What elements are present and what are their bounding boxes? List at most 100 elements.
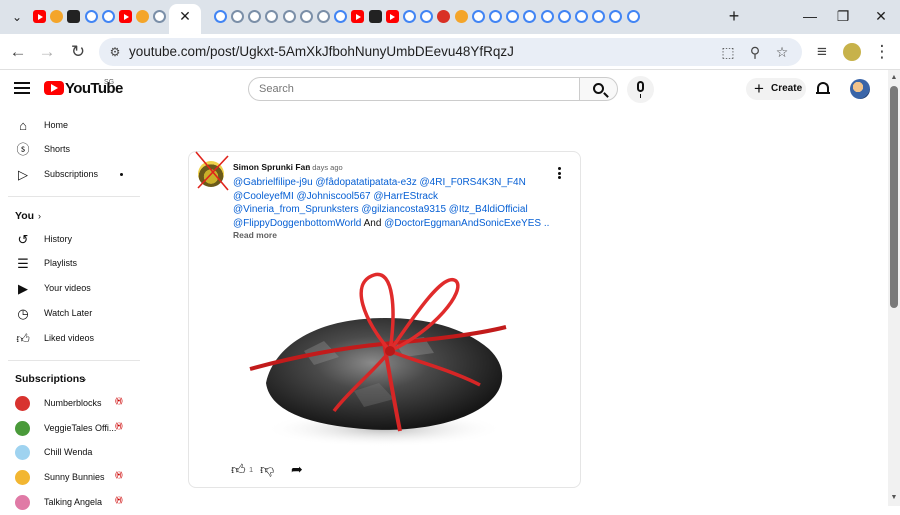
like-button[interactable]: 👍︎	[231, 459, 246, 479]
sidebar-item-your-videos[interactable]: ▶ Your videos	[0, 277, 140, 301]
profile-avatar[interactable]	[843, 43, 861, 61]
subscriptions-heading[interactable]: Subscriptions	[15, 373, 85, 385]
tab-favicon-icon[interactable]	[368, 10, 382, 23]
scrollbar-thumb[interactable]	[890, 86, 898, 308]
post-time[interactable]: 3 days ago	[306, 163, 343, 172]
sidebar-item-watch-later[interactable]: ◷ Watch Later	[0, 302, 140, 326]
sidebar-item-playlists[interactable]: ☰ Playlists	[0, 252, 140, 276]
address-bar[interactable]: ⚙ youtube.com/post/Ugkxt-5AmXkJfbohNunyU…	[99, 38, 802, 66]
tab-favicon-icon[interactable]	[153, 10, 167, 23]
tab-favicon-icon[interactable]	[437, 10, 451, 23]
channel-avatar	[15, 420, 30, 436]
live-indicator-icon: ((•))	[115, 398, 123, 405]
guide-menu-icon[interactable]	[14, 82, 30, 94]
tab-favicon-icon[interactable]	[489, 10, 502, 23]
tab-favicon-icon[interactable]	[557, 10, 571, 23]
tab-favicon-icon[interactable]	[101, 10, 115, 23]
page-scrollbar[interactable]: ▲ ▼	[888, 70, 900, 506]
tab-favicon-icon[interactable]	[84, 10, 98, 23]
back-button[interactable]: ←	[8, 42, 28, 62]
tab-favicon-icon[interactable]	[420, 10, 434, 23]
tab-favicon-icon[interactable]	[213, 10, 227, 23]
search-input[interactable]: Search	[248, 77, 579, 101]
tab-favicon-icon[interactable]	[592, 10, 606, 23]
tab-favicon-icon[interactable]	[50, 10, 64, 23]
dislike-button[interactable]: 👎︎	[260, 459, 274, 479]
install-app-icon[interactable]: ⬚	[719, 43, 737, 61]
sidebar-item-liked-videos[interactable]: 👍︎ Liked videos	[0, 327, 140, 351]
url-text[interactable]: youtube.com/post/Ugkxt-5AmXkJfbohNunyUmb…	[129, 44, 514, 59]
tab-favicon-icon[interactable]	[136, 10, 150, 23]
mention-link[interactable]: @Gabrielfilipe-j9u @fâdopatatipatata-e3z…	[233, 177, 526, 188]
tab-favicon-icon[interactable]	[334, 10, 348, 23]
notifications-bell-icon[interactable]	[816, 81, 830, 97]
tab-favicon-icon[interactable]	[33, 10, 46, 23]
site-info-icon[interactable]: ⚙	[107, 44, 123, 60]
post-image[interactable]	[244, 261, 524, 451]
minimize-button[interactable]: —	[800, 6, 820, 26]
scroll-down-arrow[interactable]: ▼	[890, 494, 898, 502]
tab-favicon-icon[interactable]	[575, 10, 588, 23]
create-label: Create	[771, 83, 803, 94]
sidebar-item-subscription[interactable]: Sunny Bunnies ((•))	[0, 466, 140, 490]
tab-favicon-icon[interactable]	[351, 10, 365, 23]
mention-link[interactable]: @CooleyefMI @Johniscool567 @HarrEStrack	[233, 191, 438, 202]
tab-favicon-icon[interactable]	[403, 10, 416, 23]
new-tab-button[interactable]: +	[724, 6, 744, 26]
tab-favicon-icon[interactable]	[248, 10, 262, 23]
tab-close-button[interactable]: ✕	[177, 8, 193, 24]
tab-favicon-icon[interactable]	[523, 10, 537, 23]
tab-search-button[interactable]: ⌄	[8, 9, 26, 25]
read-more-button[interactable]: Read more	[233, 230, 277, 240]
sidebar-item-subscription[interactable]: VeggieTales Offi... ((•))	[0, 417, 140, 441]
tab-favicon-icon[interactable]	[299, 10, 313, 23]
account-avatar[interactable]	[850, 79, 870, 99]
create-button[interactable]: + Create	[746, 78, 806, 100]
channel-avatar	[15, 470, 30, 486]
tab-favicon-icon[interactable]	[540, 10, 554, 23]
restore-button[interactable]: ❐	[833, 6, 853, 26]
tab-favicon-icon[interactable]	[317, 10, 330, 23]
tab-favicon-icon[interactable]	[454, 10, 468, 23]
browser-menu-icon[interactable]: ⋮	[872, 42, 892, 62]
sidebar-item-home[interactable]: ⌂ Home	[0, 114, 140, 138]
media-controls-icon[interactable]: ≡	[812, 42, 832, 62]
sidebar-item-subscription[interactable]: Numberblocks ((•))	[0, 392, 140, 416]
tab-favicon-icon[interactable]	[626, 10, 640, 23]
youtube-logo-icon[interactable]	[44, 81, 64, 95]
channel-avatar	[15, 494, 30, 510]
sidebar-item-subscription[interactable]: Talking Angela ((•))	[0, 491, 140, 515]
sidebar-item-shorts[interactable]: ⓢ Shorts	[0, 138, 140, 162]
reload-button[interactable]: ↻	[68, 42, 88, 62]
tab-favicon-icon[interactable]	[67, 10, 81, 23]
voice-search-button[interactable]	[627, 76, 654, 103]
tab-favicon-icon[interactable]	[119, 10, 132, 23]
chevron-right-icon[interactable]: ›	[83, 374, 86, 384]
bookmark-star-icon[interactable]: ☆	[773, 43, 791, 61]
sidebar-item-subscriptions[interactable]: ▷ Subscriptions	[0, 163, 140, 187]
chevron-right-icon[interactable]: ›	[38, 211, 41, 221]
search-button[interactable]	[579, 77, 618, 101]
share-button[interactable]: ➦	[291, 459, 303, 479]
tab-favicon-icon[interactable]	[471, 10, 485, 23]
mention-link[interactable]: @Vineria_from_Sprunksters @gilziancosta9…	[233, 204, 528, 215]
author-name[interactable]: Simon Sprunki Fan	[233, 162, 310, 172]
close-window-button[interactable]: ✕	[871, 6, 891, 26]
tab-favicon-icon[interactable]	[231, 10, 244, 23]
sidebar-item-label: Chill Wenda	[44, 447, 93, 458]
more-actions-icon[interactable]	[554, 167, 564, 181]
tab-favicon-icon[interactable]	[385, 10, 399, 23]
zoom-icon[interactable]: ⚲	[746, 43, 764, 61]
tab-favicon-icon[interactable]	[506, 10, 520, 23]
tab-favicon-icon[interactable]	[282, 10, 296, 23]
scroll-up-arrow[interactable]: ▲	[890, 74, 898, 82]
you-heading[interactable]: You	[15, 210, 34, 222]
mention-link[interactable]: @DoctorEggmanAndSonicExeYES ..	[384, 218, 549, 229]
sidebar-item-subscription[interactable]: Chill Wenda	[0, 441, 140, 465]
tab-favicon-icon[interactable]	[609, 10, 623, 23]
mention-link[interactable]: @FlippyDoggenbottomWorld	[233, 218, 361, 229]
tab-favicon-icon[interactable]	[265, 10, 279, 23]
home-icon: ⌂	[19, 118, 27, 133]
sidebar-item-history[interactable]: ↺ History	[0, 228, 140, 252]
forward-button[interactable]: →	[37, 42, 57, 62]
